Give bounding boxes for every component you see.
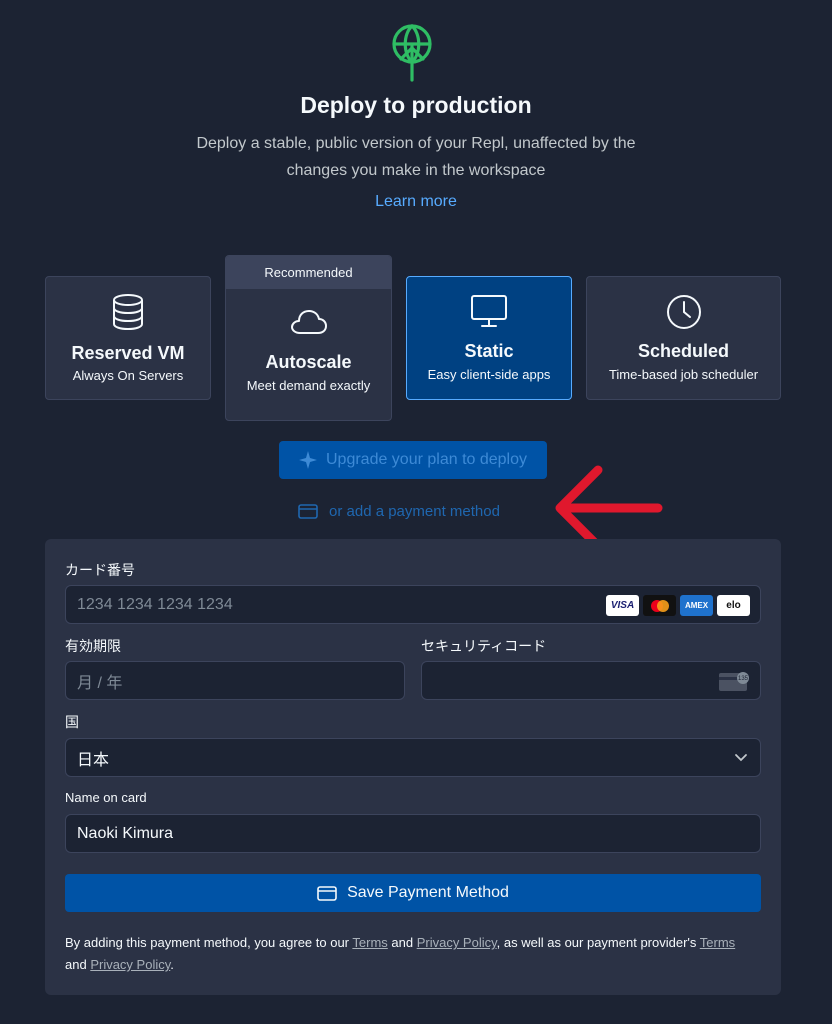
card-brands: VISA AMEX elo <box>606 595 750 616</box>
cvc-input[interactable]: 135 <box>421 661 761 700</box>
cvc-card-icon: 135 <box>719 672 749 691</box>
privacy-policy-link[interactable]: Privacy Policy <box>417 935 497 950</box>
deploy-type-name: Static <box>464 341 514 361</box>
deploy-type-desc: Time-based job scheduler <box>608 367 759 382</box>
globe-upload-icon <box>392 24 432 82</box>
deploy-type-desc: Easy client-side apps <box>427 367 551 382</box>
learn-more-link[interactable]: Learn more <box>0 193 832 211</box>
provider-terms-link[interactable]: Terms <box>700 935 735 950</box>
expiry-placeholder: 月 / 年 <box>77 674 123 692</box>
country-label: 国 <box>65 714 79 730</box>
expiry-label: 有効期限 <box>65 638 121 654</box>
country-select[interactable]: 日本 <box>65 738 761 777</box>
add-payment-method-label: or add a payment method <box>329 502 500 520</box>
payment-form: カード番号 1234 1234 1234 1234 VISA AMEX elo … <box>45 539 781 995</box>
credit-card-icon <box>317 885 337 901</box>
deploy-type-name: Reserved VM <box>71 343 185 363</box>
elo-icon: elo <box>717 595 750 616</box>
deploy-type-name: Autoscale <box>265 352 352 372</box>
legal-text: , as well as our payment provider's <box>496 935 700 950</box>
terms-link[interactable]: Terms <box>352 935 387 950</box>
chevron-down-icon <box>735 754 747 762</box>
name-on-card-label: Name on card <box>65 790 147 805</box>
recommended-badge: Recommended <box>226 256 391 289</box>
mastercard-icon <box>643 595 676 616</box>
deploy-type-scheduled[interactable]: Scheduled Time-based job scheduler <box>586 276 781 400</box>
deploy-type-static[interactable]: Static Easy client-side apps <box>406 276 572 400</box>
deploy-page: Deploy to production Deploy a stable, pu… <box>0 0 832 1024</box>
legal-text: By adding this payment method, you agree… <box>65 935 353 950</box>
name-on-card-input[interactable]: Naoki Kimura <box>65 814 761 853</box>
deploy-type-name: Scheduled <box>637 341 730 361</box>
visa-icon: VISA <box>606 595 639 616</box>
legal-text: and <box>387 935 417 950</box>
cloud-icon <box>290 310 327 334</box>
clock-icon <box>666 295 701 329</box>
page-title: Deploy to production <box>300 92 532 118</box>
credit-card-icon <box>298 503 318 519</box>
upgrade-plan-label: Upgrade your plan to deploy <box>325 451 528 468</box>
legal-text: and <box>65 957 91 972</box>
svg-text:135: 135 <box>738 676 749 682</box>
country-value: 日本 <box>77 751 110 769</box>
deploy-type-desc: Meet demand exactly <box>246 378 371 393</box>
amex-icon: AMEX <box>680 595 713 616</box>
sparkle-icon <box>298 451 317 469</box>
expiry-input[interactable]: 月 / 年 <box>65 661 405 700</box>
deploy-type-autoscale[interactable]: Recommended Autoscale Meet demand exactl… <box>225 255 392 421</box>
provider-privacy-policy-link[interactable]: Privacy Policy <box>90 957 170 972</box>
legal-notice: By adding this payment method, you agree… <box>65 932 755 976</box>
upgrade-plan-button[interactable]: Upgrade your plan to deploy <box>279 441 547 479</box>
database-icon <box>113 294 143 331</box>
save-payment-method-button[interactable]: Save Payment Method <box>65 874 761 912</box>
card-number-label: カード番号 <box>65 562 135 578</box>
monitor-icon <box>471 295 507 327</box>
card-number-placeholder: 1234 1234 1234 1234 <box>77 595 233 613</box>
deploy-type-desc: Always On Servers <box>72 368 184 383</box>
cvc-label: セキュリティコード <box>421 638 547 654</box>
save-payment-method-label: Save Payment Method <box>347 884 509 901</box>
card-number-input[interactable]: 1234 1234 1234 1234 VISA AMEX elo <box>65 585 761 624</box>
name-on-card-value: Naoki Kimura <box>77 824 174 842</box>
page-subtitle: Deploy a stable, public version of your … <box>196 135 636 179</box>
add-payment-method-link[interactable]: or add a payment method <box>298 500 500 522</box>
legal-text: . <box>170 957 174 972</box>
deploy-type-reserved-vm[interactable]: Reserved VM Always On Servers <box>45 276 211 400</box>
